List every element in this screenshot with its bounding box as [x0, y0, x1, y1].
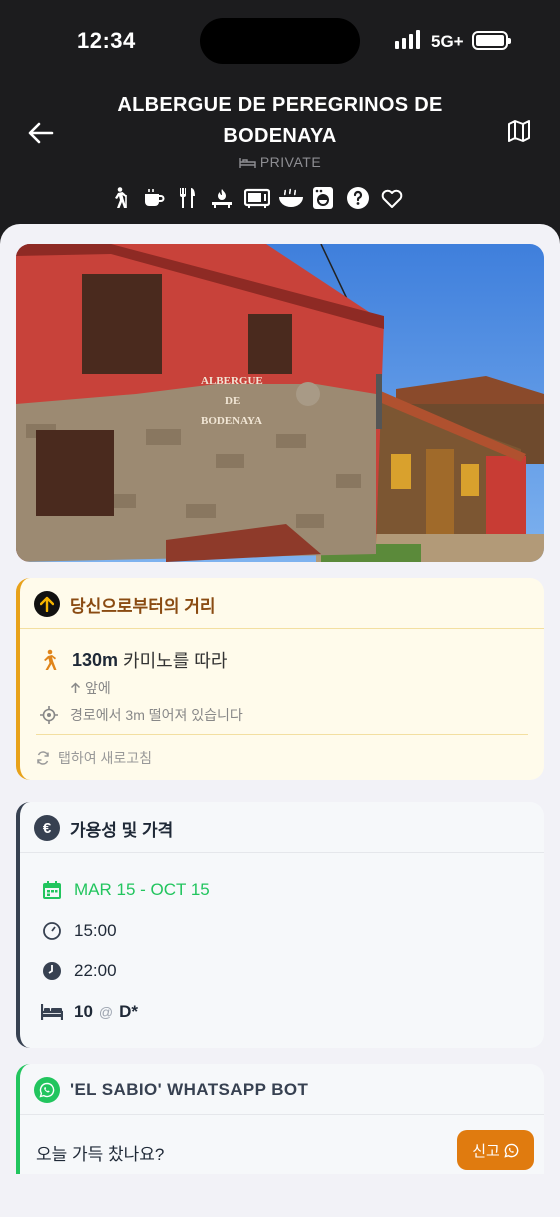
availability-card-header: € 가용성 및 가격: [34, 815, 173, 841]
page-title: ALBERGUE DE PEREGRINOS DE BODENAYA: [117, 94, 443, 147]
report-label: 신고: [472, 1142, 500, 1160]
battery-icon: [472, 31, 511, 50]
off-route-row: 경로에서 3m 떨어져 있습니다: [40, 705, 243, 725]
back-arrow-icon[interactable]: [26, 118, 56, 148]
coffee-icon: [142, 186, 166, 210]
sign-line-1: ALBERGUE: [201, 375, 263, 387]
bed-icon: [40, 1000, 64, 1024]
season-row: MAR 15 - OCT 15: [40, 878, 210, 902]
direction-text: 앞에: [85, 680, 111, 696]
calendar-icon: [40, 878, 64, 902]
sign-line-2: DE: [225, 395, 240, 407]
bed-count: 10: [74, 1002, 93, 1021]
sign-line-3: BODENAYA: [201, 415, 262, 427]
full-today-question: 오늘 가득 찼나요?: [36, 1145, 165, 1164]
microwave-icon: [243, 186, 271, 210]
curfew-clock-icon: [40, 959, 64, 983]
curfew-row: 22:00: [40, 959, 117, 983]
map-icon[interactable]: [506, 118, 534, 146]
euro-icon: €: [34, 815, 60, 841]
at-symbol: @: [98, 1004, 114, 1020]
availability-card: € 가용성 및 가격 MAR 15 - OCT 15 15:00 22:00 1…: [16, 802, 544, 1048]
distance-card-title: 당신으로부터의 거리: [70, 596, 216, 616]
distance-suffix: 카미노를 따라: [123, 651, 228, 671]
divider: [20, 1114, 544, 1115]
help-icon[interactable]: [346, 186, 370, 210]
distance-row: 130m 카미노를 따라: [40, 647, 227, 673]
bot-card-header: 'EL SABIO' WHATSAPP BOT: [34, 1077, 308, 1103]
signal-icon: [395, 30, 420, 49]
status-bar: 12:34 5G+: [0, 0, 560, 82]
checkin-clock-icon: [40, 919, 64, 943]
whatsapp-small-icon: [504, 1143, 519, 1158]
whatsapp-bot-card: 'EL SABIO' WHATSAPP BOT 오늘 가득 찼나요? 신고: [16, 1064, 544, 1174]
off-route-text: 경로에서 3m 떨어져 있습니다: [70, 707, 243, 723]
network-label: 5G+: [431, 32, 464, 51]
bot-card-title: 'EL SABIO' WHATSAPP BOT: [70, 1080, 309, 1099]
distance-value: 130m: [72, 649, 119, 670]
divider: [20, 852, 544, 853]
arrow-up-icon: [34, 591, 60, 617]
refresh-icon: [36, 751, 50, 765]
arrow-up-small-icon: [70, 682, 81, 694]
albergue-photo[interactable]: ALBERGUE DE BODENAYA: [16, 244, 544, 562]
clock: 12:34: [77, 28, 136, 53]
hiker-icon: [108, 186, 132, 210]
curfew-time: 22:00: [74, 961, 117, 980]
walking-icon: [40, 649, 58, 671]
location-target-icon: [40, 706, 58, 724]
washing-machine-icon: [312, 186, 336, 210]
dynamic-island: [200, 18, 360, 64]
meal-icon: [278, 186, 303, 210]
refresh-text: 탭하여 새로고침: [58, 750, 153, 766]
whatsapp-icon: [34, 1077, 60, 1103]
distance-card[interactable]: 당신으로부터의 거리 130m 카미노를 따라 앞에 경로에서 3m 떨어져 있…: [16, 578, 544, 780]
checkin-time: 15:00: [74, 921, 117, 940]
season-text: MAR 15 - OCT 15: [74, 880, 210, 899]
amenity-icons: [108, 186, 404, 210]
direction-row: 앞에: [70, 678, 111, 698]
type-label: PRIVATE: [0, 154, 560, 170]
divider: [36, 734, 528, 735]
report-button[interactable]: 신고: [457, 1130, 534, 1170]
kitchen-icon: [210, 186, 234, 210]
availability-card-title: 가용성 및 가격: [70, 820, 174, 840]
refresh-row[interactable]: 탭하여 새로고침: [36, 748, 152, 768]
favorite-icon[interactable]: [380, 186, 404, 210]
beds-row: 10 @ D*: [40, 1000, 138, 1024]
restaurant-icon: [176, 186, 200, 210]
header: ALBERGUE DE PEREGRINOS DE BODENAYA PRIVA…: [0, 82, 560, 232]
checkin-row: 15:00: [40, 919, 117, 943]
bed-icon: [239, 158, 256, 168]
price-code: D*: [119, 1002, 139, 1021]
distance-card-header: 당신으로부터의 거리: [34, 591, 215, 617]
divider: [20, 628, 544, 629]
